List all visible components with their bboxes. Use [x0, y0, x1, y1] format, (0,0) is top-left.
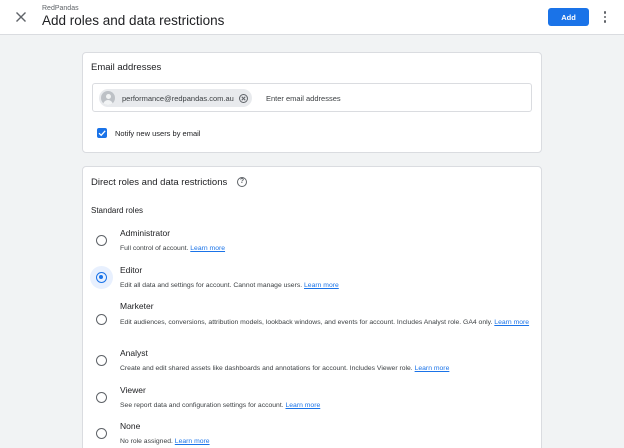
radio-none[interactable] [96, 428, 107, 439]
role-desc-text: See report data and configuration settin… [120, 402, 284, 409]
role-name-administrator: Administrator [120, 228, 171, 238]
top-app-bar: RedPandas Add roles and data restriction… [0, 0, 624, 35]
avatar-icon [101, 91, 115, 105]
role-name-marketer: Marketer [120, 301, 154, 311]
chip-remove-icon[interactable] [238, 93, 248, 103]
radio-administrator[interactable] [96, 235, 107, 246]
learn-more-link[interactable]: Learn more [286, 402, 321, 409]
role-name-none: None [120, 421, 141, 431]
add-button[interactable]: Add [548, 8, 589, 26]
learn-more-link[interactable]: Learn more [175, 438, 210, 445]
chip-email-text: performance@redpandas.com.au [122, 93, 234, 103]
page-title: Add roles and data restrictions [42, 13, 225, 28]
email-recipients-field[interactable]: performance@redpandas.com.au [92, 83, 532, 112]
email-input[interactable] [266, 92, 466, 104]
role-desc-editor: Edit all data and settings for account. … [120, 280, 535, 291]
radio-analyst[interactable] [96, 355, 107, 366]
email-addresses-card: Email addresses performance@redpandas.co… [82, 52, 542, 153]
learn-more-link[interactable]: Learn more [415, 365, 450, 372]
radio-marketer[interactable] [96, 314, 107, 325]
role-name-editor: Editor [120, 265, 143, 275]
notify-label: Notify new users by email [115, 129, 201, 138]
email-section-title: Email addresses [91, 62, 162, 73]
role-desc-text: No role assigned. [120, 438, 173, 445]
help-icon[interactable]: ? [237, 177, 247, 187]
radio-viewer[interactable] [96, 392, 107, 403]
role-desc-viewer: See report data and configuration settin… [120, 400, 535, 411]
more-vert-icon[interactable] [599, 9, 611, 25]
role-desc-text: Edit audiences, conversions, attribution… [120, 319, 493, 326]
notify-checkbox[interactable] [97, 128, 107, 138]
learn-more-link[interactable]: Learn more [190, 245, 225, 252]
role-desc-administrator: Full control of account. Learn more [120, 243, 535, 254]
role-desc-text: Create and edit shared assets like dashb… [120, 365, 413, 372]
role-desc-marketer: Edit audiences, conversions, attribution… [120, 317, 535, 328]
close-icon[interactable] [13, 9, 29, 25]
email-chip[interactable]: performance@redpandas.com.au [99, 89, 252, 107]
role-desc-none: No role assigned. Learn more [120, 436, 535, 447]
role-name-analyst: Analyst [120, 348, 148, 358]
roles-card: Direct roles and data restrictions ? Sta… [82, 166, 542, 448]
learn-more-link[interactable]: Learn more [494, 319, 529, 326]
role-desc-text: Full control of account. [120, 245, 189, 252]
roles-section-title: Direct roles and data restrictions [91, 177, 228, 188]
role-desc-analyst: Create and edit shared assets like dashb… [120, 363, 535, 374]
learn-more-link[interactable]: Learn more [304, 282, 339, 289]
role-name-viewer: Viewer [120, 385, 146, 395]
breadcrumb: RedPandas [42, 5, 79, 12]
standard-roles-heading: Standard roles [91, 206, 144, 215]
radio-editor[interactable] [96, 272, 107, 283]
role-desc-text: Edit all data and settings for account. … [120, 282, 303, 289]
